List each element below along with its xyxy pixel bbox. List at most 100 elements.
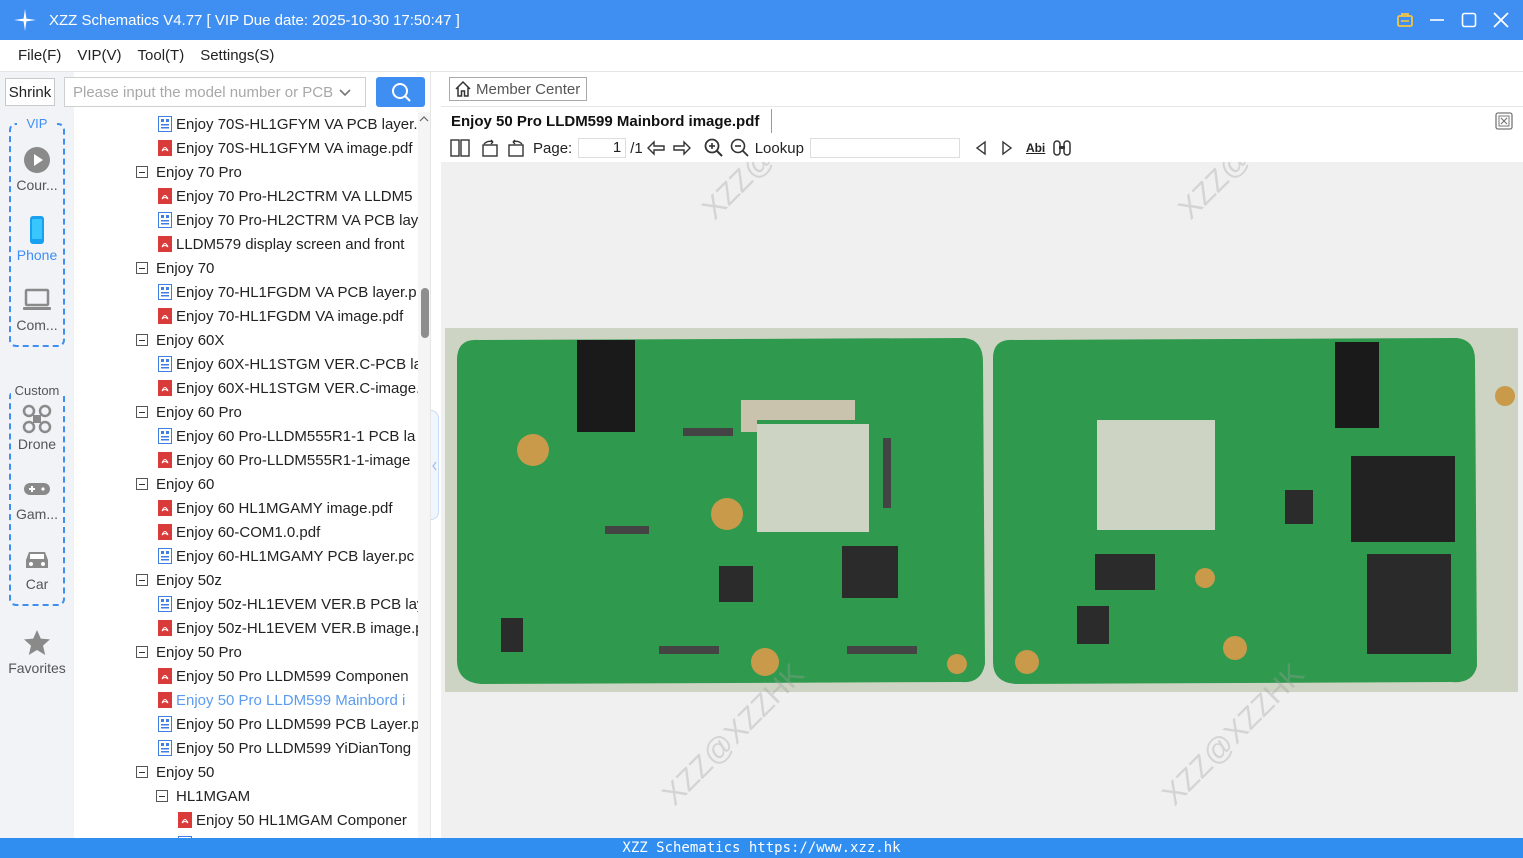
rotate-left-button[interactable] (479, 137, 501, 159)
tree-row-label: Enjoy 60X-HL1STGM VER.C-PCB lay (176, 355, 418, 373)
tree-file[interactable]: Enjoy 50 Pro LLDM599 Mainbord i (158, 688, 405, 712)
document-tab[interactable]: Enjoy 50 Pro LLDM599 Mainbord image.pdf (451, 109, 773, 133)
search-button[interactable] (376, 77, 425, 107)
tree-folder[interactable]: Enjoy 60X (136, 328, 224, 352)
tree-file[interactable]: Enjoy 60X-HL1STGM VER.C-image. (158, 376, 418, 400)
category-drone[interactable]: Drone (11, 404, 63, 452)
lookup-input[interactable] (809, 138, 960, 158)
zoom-out-button[interactable] (729, 137, 751, 159)
chevron-down-icon[interactable] (337, 84, 353, 100)
close-icon[interactable] (1491, 10, 1511, 30)
toggle-sidebar-button[interactable] (449, 137, 471, 159)
member-bar: Member Center (441, 72, 1523, 106)
tree-scroll-thumb[interactable] (421, 288, 429, 338)
tree-folder[interactable]: Enjoy 50 (136, 760, 214, 784)
pdf-file-icon (158, 500, 172, 516)
collapse-toggle-icon[interactable] (136, 478, 148, 490)
tree-file[interactable]: Enjoy 70S-HL1GFYM VA image.pdf (158, 136, 413, 160)
collapse-toggle-icon[interactable] (136, 166, 148, 178)
category-rail: Shrink VIP Cour... Phone Com... Custom D… (0, 72, 74, 838)
find-next-button[interactable] (998, 137, 1016, 159)
member-center-label: Member Center (476, 80, 581, 98)
document-tab-bar: Enjoy 50 Pro LLDM599 Mainbord image.pdf (441, 106, 1523, 134)
tree-folder[interactable]: Enjoy 50z (136, 568, 222, 592)
tree-file[interactable]: Enjoy 50z-HL1EVEM VER.B PCB lay (158, 592, 418, 616)
search-input[interactable] (65, 83, 333, 101)
search-icon (391, 83, 411, 102)
search-combo[interactable] (64, 77, 366, 107)
car-icon (26, 552, 48, 568)
tree-file[interactable]: Enjoy 50z-HL1EVEM VER.B image.p (158, 616, 418, 640)
tree-file[interactable]: Enjoy 50 HL1MGAM Componer (178, 808, 407, 832)
tree-file[interactable]: Enjoy 50 Pro LLDM599 YiDianTong (158, 736, 411, 760)
rotate-right-button[interactable] (505, 137, 527, 159)
two-page-icon (450, 139, 470, 157)
category-phone[interactable]: Phone (11, 215, 63, 263)
category-games[interactable]: Gam... (11, 474, 63, 522)
collapse-toggle-icon[interactable] (136, 646, 148, 658)
tree-file[interactable]: Enjoy 50 Pro LLDM599 Componen (158, 664, 409, 688)
tree-folder[interactable]: Enjoy 60 Pro (136, 400, 242, 424)
close-document-icon[interactable] (1495, 112, 1513, 130)
panel-splitter[interactable] (430, 72, 440, 838)
tree-scrollbar[interactable] (418, 112, 430, 838)
binoculars-button[interactable] (1051, 137, 1073, 159)
tree-row-label: Enjoy 60 Pro-LLDM555R1-1-image (176, 451, 411, 469)
menu-tool[interactable]: Tool(T) (138, 47, 185, 64)
pdf-file-icon (158, 452, 172, 468)
tree-file[interactable]: LLDM579 display screen and front (158, 232, 404, 256)
menu-file[interactable]: File(F) (18, 47, 61, 64)
collapse-toggle-icon[interactable] (136, 406, 148, 418)
match-case-button[interactable]: Abi (1026, 137, 1045, 159)
tree-file[interactable]: Enjoy 60-COM1.0.pdf (158, 520, 320, 544)
collapse-toggle-icon[interactable] (136, 766, 148, 778)
page-number-input[interactable]: 1 (578, 138, 627, 158)
tree-file[interactable]: Enjoy 70 Pro-HL2CTRM VA PCB lay (158, 208, 418, 232)
collapse-toggle-icon[interactable] (156, 790, 168, 802)
tree-folder[interactable]: Enjoy 60 (136, 472, 214, 496)
collapse-toggle-icon[interactable] (136, 574, 148, 586)
menu-vip[interactable]: VIP(V) (77, 47, 121, 64)
category-car[interactable]: Car (11, 544, 63, 592)
splitter-handle[interactable] (431, 410, 439, 520)
tree-row-label: Enjoy 70 Pro-HL2CTRM VA LLDM5 (176, 187, 413, 205)
tree-file[interactable]: Enjoy 60-HL1MGAMY PCB layer.pc (158, 544, 414, 568)
tree-file[interactable]: Enjoy 70S-HL1GFYM VA PCB layer.p (158, 112, 418, 136)
collapse-toggle-icon[interactable] (136, 262, 148, 274)
tree-file[interactable]: Enjoy 60 Pro-LLDM555R1-1 PCB la (158, 424, 415, 448)
tree-file[interactable]: Enjoy 70-HL1FGDM VA image.pdf (158, 304, 403, 328)
tree-folder[interactable]: Enjoy 70 Pro (136, 160, 242, 184)
tree-file[interactable]: Enjoy 60 HL1MGAMY image.pdf (158, 496, 393, 520)
tree-folder[interactable]: Enjoy 70 (136, 256, 214, 280)
member-center-button[interactable]: Member Center (449, 77, 588, 101)
next-page-button[interactable] (671, 137, 693, 159)
tree-file[interactable]: Enjoy 60X-HL1STGM VER.C-PCB lay (158, 352, 418, 376)
favorites-button[interactable]: Favorites (0, 628, 74, 676)
tree-row-label: Enjoy 50 Pro LLDM599 PCB Layer.p (176, 715, 418, 733)
category-computer[interactable]: Com... (11, 285, 63, 333)
tree-row-label: Enjoy 70S-HL1GFYM VA PCB layer.p (176, 115, 418, 133)
lookup-label: Lookup (754, 139, 804, 157)
category-courses[interactable]: Cour... (11, 145, 63, 193)
find-previous-button[interactable] (972, 137, 990, 159)
vip-category-group: VIP Cour... Phone Com... (9, 116, 65, 347)
shrink-button[interactable]: Shrink (5, 78, 55, 106)
tree-file[interactable]: Enjoy 50 Pro LLDM599 PCB Layer.p (158, 712, 418, 736)
category-computer-label: Com... (16, 317, 58, 333)
scroll-up-icon[interactable] (419, 114, 429, 124)
tree-row-label: Enjoy 60 Pro (156, 403, 242, 421)
previous-page-button[interactable] (645, 137, 667, 159)
zoom-in-button[interactable] (703, 137, 725, 159)
tree-file[interactable]: Enjoy 60 Pro-LLDM555R1-1-image (158, 448, 410, 472)
pdf-viewer[interactable]: XZZ@XZZHK XZZ@XZZHK XZZ@XZZHK XZZ@XZZHK (441, 162, 1523, 838)
pcb-file-icon (158, 740, 172, 756)
menu-settings[interactable]: Settings(S) (200, 47, 274, 64)
tree-folder[interactable]: Enjoy 50 Pro (136, 640, 242, 664)
tree-file[interactable]: Enjoy 70 Pro-HL2CTRM VA LLDM5 (158, 184, 412, 208)
collapse-toggle-icon[interactable] (136, 334, 148, 346)
tree-folder[interactable]: HL1MGAM (156, 784, 250, 808)
tree-file[interactable]: Enjoy 70-HL1FGDM VA PCB layer.p (158, 280, 417, 304)
maximize-icon[interactable] (1459, 10, 1479, 30)
minimize-icon[interactable] (1427, 10, 1447, 30)
vip-icon[interactable] (1395, 10, 1415, 30)
